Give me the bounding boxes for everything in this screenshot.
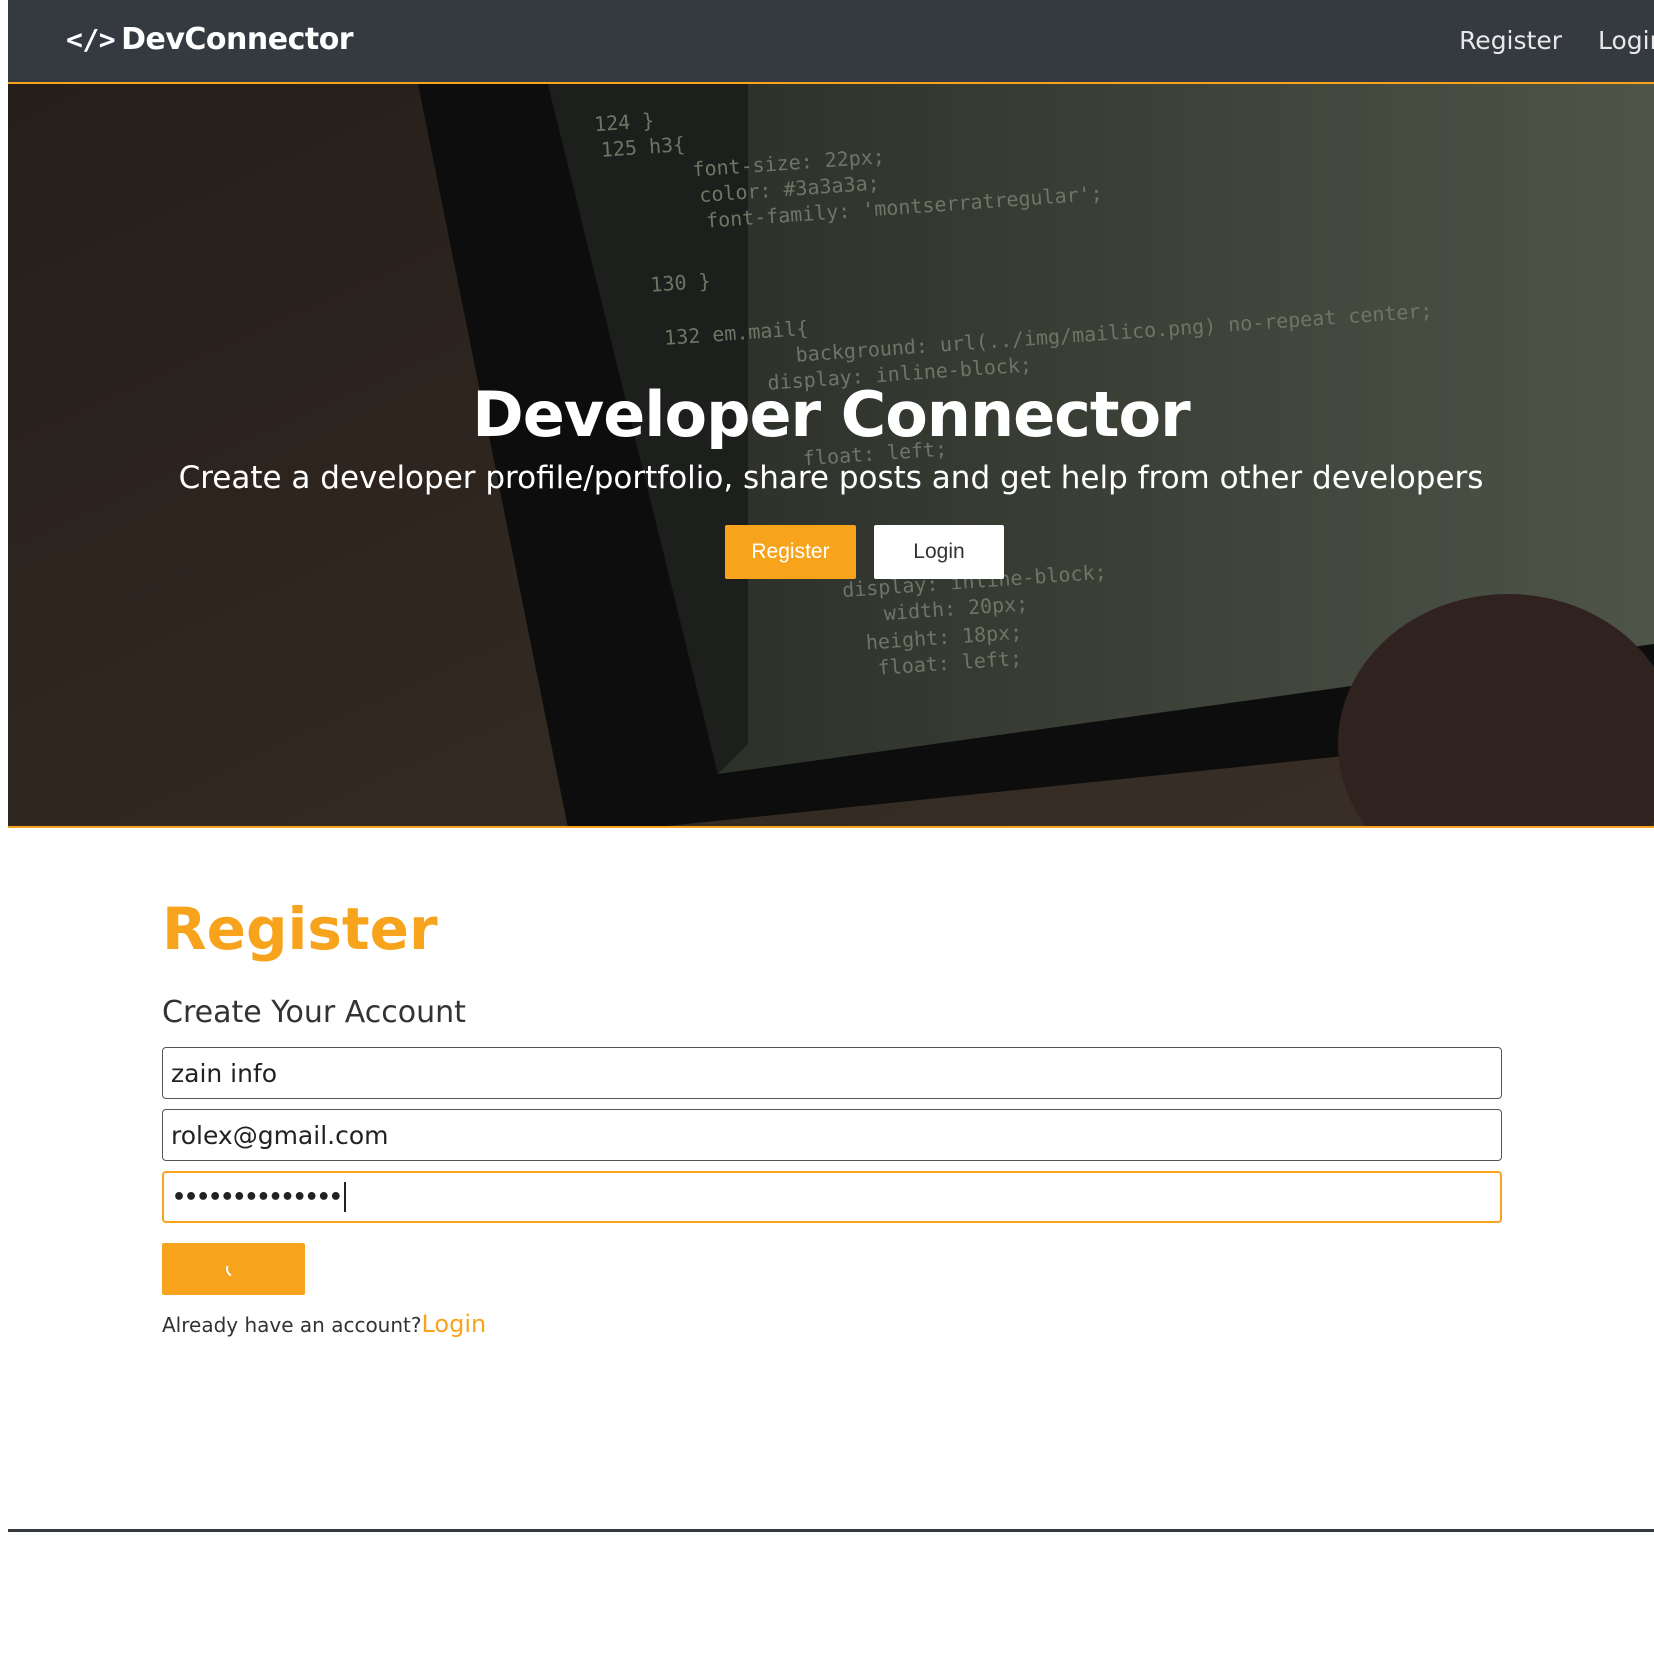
brand-name: DevConnector (121, 22, 354, 57)
code-icon: </> (66, 23, 116, 56)
submit-button[interactable] (162, 1243, 305, 1295)
nav-links: Register Login (1459, 26, 1654, 55)
hero-buttons: Register Login (725, 525, 1004, 579)
page-title: Register (162, 895, 438, 963)
password-field-value: •••••••••••••• (172, 1184, 343, 1210)
signin-link[interactable]: Login (421, 1310, 486, 1338)
brand-logo[interactable]: </> DevConnector (66, 22, 354, 57)
footer-divider (8, 1529, 1654, 1532)
text-caret (343, 1182, 346, 1212)
password-field[interactable]: •••••••••••••• (162, 1171, 1502, 1223)
signin-text: Already have an account? (162, 1313, 422, 1337)
hero-overlay (8, 84, 1654, 826)
name-field[interactable]: zain info (162, 1047, 1502, 1099)
form-lead: Create Your Account (162, 995, 466, 1030)
hero-title: Developer Connector (472, 378, 1190, 451)
hero-landing: 124 } 125 h3{ font-size: 22px; color: #3… (8, 84, 1654, 828)
loading-spinner-icon (223, 1258, 244, 1280)
nav-login-link[interactable]: Login (1598, 26, 1654, 55)
navbar: </> DevConnector Register Login (8, 0, 1654, 84)
email-field-value: rolex@gmail.com (171, 1120, 389, 1150)
nav-register-link[interactable]: Register (1459, 26, 1562, 55)
hero-login-button[interactable]: Login (874, 525, 1004, 579)
hero-subtitle: Create a developer profile/portfolio, sh… (178, 460, 1484, 496)
email-field[interactable]: rolex@gmail.com (162, 1109, 1502, 1161)
name-field-value: zain info (171, 1058, 278, 1088)
hero-register-button[interactable]: Register (725, 525, 856, 579)
signin-prompt: Already have an account? Login (162, 1310, 486, 1338)
